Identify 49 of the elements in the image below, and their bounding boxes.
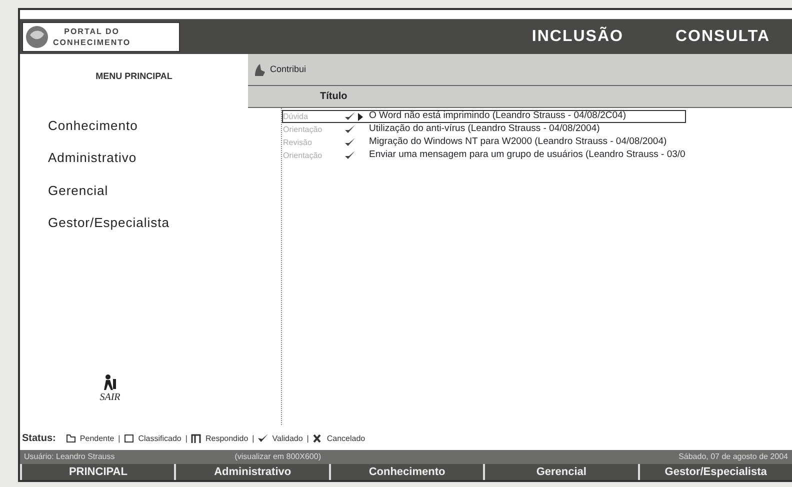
status-text: Classificado	[138, 432, 182, 444]
validated-status-icon	[258, 434, 268, 443]
row-title: Utilização do anti-vírus (Leandro Strauss - 04/08/2004)	[369, 122, 600, 136]
table-row[interactable]: Revisão Migração do Windows NT para W2000 (Leandro Strauss - 04/08/2004)	[282, 136, 686, 149]
nav-tab[interactable]: Gerencial	[483, 464, 638, 480]
header-link[interactable]: CONSULTA	[675, 25, 770, 49]
contribute-button[interactable]: Contribui	[248, 62, 310, 78]
header-link[interactable]: INCLUSÃO	[532, 25, 624, 49]
separator: |	[118, 432, 120, 444]
row-title: O Word não está imprimindo (Leandro Strauss - 04/08/2C04)	[369, 109, 626, 124]
date-text: Sábado, 07 de agosto de 2004	[678, 451, 788, 463]
status-text: Respondido	[205, 432, 248, 444]
nav-tab[interactable]: Conhecimento	[328, 464, 484, 480]
table-row[interactable]: Orientação Utilização do anti-vírus (Leandro Strauss - 04/08/2004)	[282, 123, 686, 136]
category-label: Dúvida	[283, 110, 309, 122]
status-text: Cancelado	[326, 432, 366, 444]
resolution-note: (visualizar em 800X600)	[234, 451, 321, 463]
column-header: Título	[320, 90, 348, 104]
category-label: Revisão	[283, 136, 313, 148]
status-text: Pendente	[80, 432, 114, 444]
table-row[interactable]: Orientação Enviar uma mensagem para um grupo de usuários (Leandro Strauss - 03/0	[282, 149, 686, 162]
user-name: Usuário: Leandro Strauss	[24, 451, 115, 463]
status-text: Validado	[272, 432, 303, 444]
row-title: Enviar uma mensagem para um grupo de usuários (Leandro Strauss - 03/0	[369, 148, 686, 162]
nav-tab[interactable]: PRINCIPAL	[20, 464, 174, 480]
separator: |	[306, 432, 309, 444]
menu-item[interactable]: Gerencial	[48, 180, 248, 200]
table-row[interactable]: Dúvida O Word não está imprimindo (Leandro Strauss - 04/08/2C04)	[282, 110, 686, 123]
logo-text: PORTAL DO CONHECIMENTO	[53, 26, 131, 48]
globe-icon	[25, 25, 49, 49]
row-title: Migração do Windows NT para W2000 (Leandro Strauss - 04/08/2004)	[369, 135, 667, 150]
category-label: Orientação	[283, 124, 324, 136]
menu-title: MENU PRINCIPAL	[94, 70, 174, 83]
pending-status-icon	[66, 434, 76, 443]
answered-status-icon	[191, 434, 202, 443]
cancelled-status-icon	[312, 434, 323, 443]
exit-link[interactable]: SAIR	[90, 374, 130, 405]
menu-item[interactable]: Gestor/Especialista	[48, 213, 248, 232]
person-icon	[103, 374, 117, 390]
menu-item[interactable]: Administrativo	[48, 148, 248, 168]
nav-tab[interactable]: Gestor/Especialista	[638, 464, 792, 480]
category-label: Orientação	[283, 150, 324, 162]
separator: |	[252, 432, 254, 444]
classified-status-icon	[124, 434, 134, 443]
separator: |	[185, 432, 188, 444]
menu-item[interactable]: Conhecimento	[48, 116, 248, 135]
nav-tab[interactable]: Administrativo	[174, 464, 329, 480]
arrow-icon	[358, 112, 362, 120]
status-label: Status:	[22, 432, 56, 446]
